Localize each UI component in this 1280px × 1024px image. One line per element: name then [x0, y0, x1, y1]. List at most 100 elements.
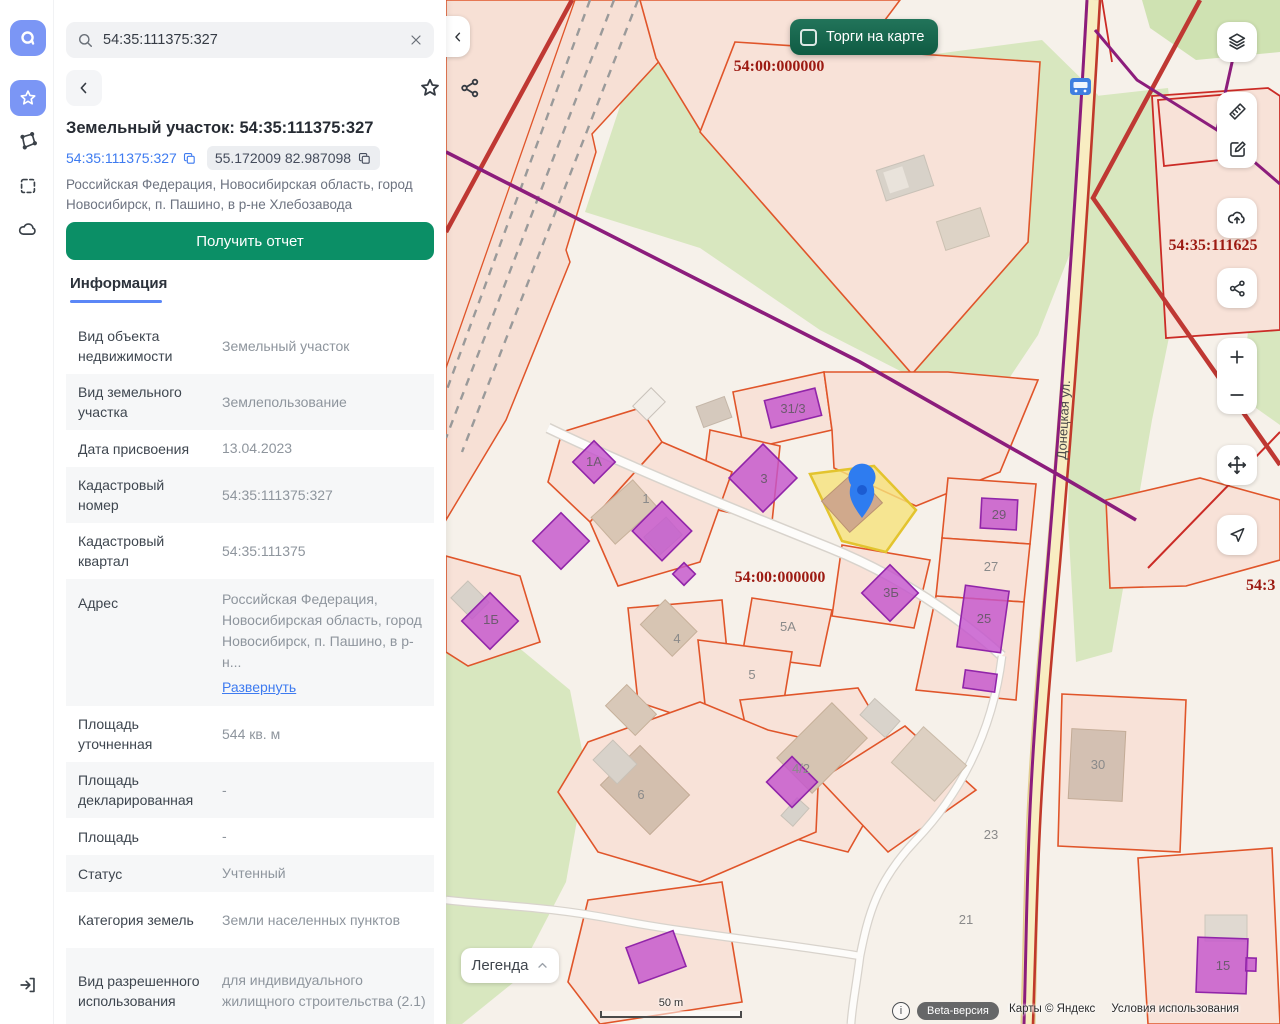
trades-checkbox[interactable] — [800, 29, 817, 46]
icon-rail — [0, 0, 54, 1024]
object-panel: 54:35:111375:327 Земельный участок: 54:3… — [54, 0, 446, 1024]
copy-icon[interactable] — [182, 151, 197, 166]
row-value: Учтенный — [210, 855, 434, 892]
scale-bar: 50 m — [596, 998, 746, 1020]
row-value: Земельный участок — [210, 328, 434, 365]
object-identifiers: 54:35:111375:327 55.172009 82.987098 — [66, 147, 434, 169]
plus-icon — [1227, 347, 1247, 367]
svg-text:1: 1 — [642, 491, 649, 506]
attribution-terms-link[interactable]: Условия использования — [1111, 1003, 1239, 1015]
svg-text:54:35:111625: 54:35:111625 — [1169, 237, 1258, 254]
row-value: Земли населенных пунктов — [210, 902, 434, 939]
sidebar-item-select-area[interactable] — [10, 168, 46, 204]
sidebar-item-polygon-tool[interactable] — [10, 123, 46, 159]
svg-text:25: 25 — [977, 611, 991, 626]
table-row: Статус Учтенный — [66, 855, 434, 892]
svg-text:6: 6 — [637, 787, 644, 802]
scale-line — [600, 1011, 742, 1018]
svg-text:54:3: 54:3 — [1246, 577, 1275, 594]
locate-button[interactable] — [1217, 515, 1257, 555]
layers-button[interactable] — [1217, 22, 1257, 62]
move-icon — [1226, 454, 1248, 476]
layers-icon — [1226, 31, 1248, 53]
svg-text:27: 27 — [984, 559, 998, 574]
map-attribution: Карты © Яндекс Условия использования — [1009, 1003, 1239, 1015]
svg-text:21: 21 — [959, 912, 973, 927]
exit-icon — [17, 974, 39, 996]
row-value: - — [210, 818, 434, 855]
zoom-out-button[interactable] — [1217, 376, 1257, 414]
object-address: Российская Федерация, Новосибирская обла… — [66, 175, 434, 215]
get-report-button[interactable]: Получить отчет — [66, 222, 434, 260]
row-value: 544 кв. м — [210, 716, 434, 753]
search-bar[interactable]: 54:35:111375:327 — [66, 22, 434, 58]
row-value: Российская Федерация, Новосибирская обла… — [222, 591, 422, 670]
edit-button[interactable] — [1217, 130, 1257, 168]
app-logo-icon — [17, 27, 39, 49]
sidebar-item-favorites[interactable] — [10, 80, 46, 116]
minus-icon — [1227, 385, 1247, 405]
map-parcels-red[interactable] — [1152, 88, 1280, 338]
ruler-icon — [1227, 101, 1248, 122]
info-button[interactable]: i — [892, 1002, 910, 1020]
svg-text:31/3: 31/3 — [780, 401, 805, 416]
attribution-maps: Карты © Яндекс — [1009, 1003, 1095, 1015]
app-logo[interactable] — [10, 20, 46, 56]
trades-label: Торги на карте — [826, 29, 924, 45]
svg-text:30: 30 — [1091, 757, 1105, 772]
copy-icon[interactable] — [357, 151, 372, 166]
chevron-left-icon — [451, 30, 465, 44]
chevron-left-icon — [75, 79, 93, 97]
collapse-panel-button[interactable] — [446, 16, 470, 57]
sidebar-item-cloud[interactable] — [10, 212, 46, 248]
svg-text:1А: 1А — [586, 454, 602, 469]
share-map-button[interactable] — [1217, 268, 1257, 308]
object-toolbar — [66, 70, 434, 106]
expand-address-link[interactable]: Развернуть — [222, 677, 296, 698]
pencil-square-icon — [1227, 139, 1248, 160]
tab-information[interactable]: Информация — [70, 275, 167, 292]
row-label: Вид объекта недвижимости — [66, 318, 210, 374]
star-icon — [17, 87, 39, 109]
table-row: Вид объекта недвижимости Земельный участ… — [66, 318, 434, 374]
pan-button[interactable] — [1217, 445, 1257, 485]
svg-text:1Б: 1Б — [483, 612, 499, 627]
table-row: Вид разрешенного использования для индив… — [66, 948, 434, 1024]
tab-underline — [70, 300, 162, 303]
measure-button[interactable] — [1217, 92, 1257, 130]
row-label: Кадастровый номер — [66, 467, 210, 523]
favorite-button[interactable] — [418, 76, 442, 100]
app-root: 54:35:111375:327 Земельный участок: 54:3… — [0, 0, 1280, 1024]
cloud-upload-icon — [1226, 207, 1248, 229]
row-value: Землепользование — [210, 384, 434, 421]
table-row: Вид земельного участка Землепользование — [66, 374, 434, 430]
scale-label: 50 m — [596, 997, 746, 1009]
chevron-up-icon — [536, 959, 549, 972]
row-label: Площадь декларированная — [66, 762, 210, 818]
zoom-group — [1217, 338, 1257, 414]
map-tiles: 31/3 3 1А 1 1Б 3Б 29 27 25 5А 4 5 6 4/2 … — [446, 0, 1280, 1024]
row-label: Вид земельного участка — [66, 374, 210, 430]
row-value: 54:35:111375:327 — [210, 477, 434, 514]
legend-button[interactable]: Легенда — [461, 948, 559, 983]
navigation-icon — [1227, 525, 1247, 545]
clear-search-icon[interactable] — [408, 32, 424, 48]
trades-on-map-toggle[interactable]: Торги на карте — [790, 19, 938, 55]
row-label: Статус — [66, 856, 210, 892]
info-table: Вид объекта недвижимости Земельный участ… — [66, 318, 434, 1024]
table-row: Категория земель Земли населенных пункто… — [66, 892, 434, 948]
row-label: Площадь — [66, 819, 210, 855]
row-label: Площадь уточненная — [66, 706, 210, 762]
row-label: Вид разрешенного использования — [66, 963, 210, 1019]
cadastral-number-link[interactable]: 54:35:111375:327 — [66, 150, 197, 166]
sidebar-item-exit[interactable] — [10, 967, 46, 1003]
map-canvas[interactable]: 31/3 3 1А 1 1Б 3Б 29 27 25 5А 4 5 6 4/2 … — [446, 0, 1280, 1024]
coordinates-chip[interactable]: 55.172009 82.987098 — [207, 146, 380, 170]
cloud-icon — [17, 219, 39, 241]
zoom-in-button[interactable] — [1217, 338, 1257, 376]
upload-button[interactable] — [1217, 198, 1257, 238]
share-button[interactable] — [458, 76, 482, 100]
back-button[interactable] — [66, 70, 102, 106]
search-input[interactable]: 54:35:111375:327 — [103, 32, 408, 48]
table-row: Дата присвоения 13.04.2023 — [66, 430, 434, 467]
